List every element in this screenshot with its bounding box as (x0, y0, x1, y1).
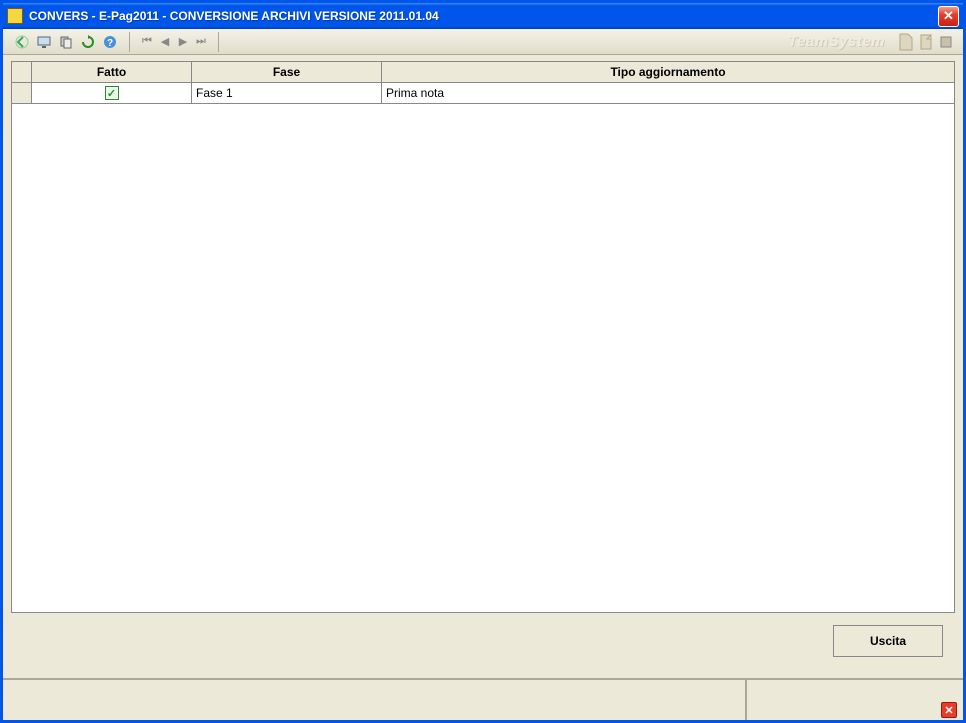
column-header-tipo[interactable]: Tipo aggiornamento (382, 62, 954, 82)
monitor-icon[interactable] (35, 33, 53, 51)
doc-fold-icon[interactable] (917, 32, 935, 52)
status-close-icon[interactable]: ✕ (941, 702, 957, 718)
refresh-icon[interactable] (79, 33, 97, 51)
cell-fatto: ✓ (32, 83, 192, 103)
row-selector[interactable] (12, 83, 32, 103)
column-header-fatto[interactable]: Fatto (32, 62, 192, 82)
status-right: ✕ (747, 680, 963, 720)
copy-icon[interactable] (57, 33, 75, 51)
brand-logo: TeamSystem (788, 33, 895, 50)
nav-last-icon[interactable]: ⏭ (194, 35, 208, 49)
doc-icon[interactable] (897, 32, 915, 52)
app-icon (7, 8, 23, 24)
nav-first-icon[interactable]: ⏮ (140, 35, 154, 49)
titlebar: CONVERS - E-Pag2011 - CONVERSIONE ARCHIV… (3, 3, 963, 29)
toolbar-separator (129, 32, 130, 52)
status-left (3, 680, 747, 720)
check-icon: ✓ (105, 86, 119, 100)
svg-text:?: ? (107, 38, 113, 49)
toolbar-separator (218, 32, 219, 52)
stop-icon[interactable] (937, 32, 955, 52)
footer: Uscita (11, 613, 955, 669)
table-row[interactable]: ✓ Fase 1 Prima nota (12, 83, 954, 104)
window-title: CONVERS - E-Pag2011 - CONVERSIONE ARCHIV… (29, 9, 938, 23)
cell-fase: Fase 1 (192, 83, 382, 103)
back-icon[interactable] (13, 33, 31, 51)
toolbar: ? ⏮ ◀ ▶ ⏭ TeamSystem (3, 29, 963, 55)
status-bar: ✕ (3, 678, 963, 720)
exit-button[interactable]: Uscita (833, 625, 943, 657)
nav-prev-icon[interactable]: ◀ (158, 35, 172, 49)
app-window: CONVERS - E-Pag2011 - CONVERSIONE ARCHIV… (0, 0, 966, 723)
nav-next-icon[interactable]: ▶ (176, 35, 190, 49)
data-grid: Fatto Fase Tipo aggiornamento ✓ Fase 1 P… (11, 61, 955, 613)
content-area: Fatto Fase Tipo aggiornamento ✓ Fase 1 P… (3, 55, 963, 678)
grid-header: Fatto Fase Tipo aggiornamento (12, 62, 954, 83)
cell-tipo: Prima nota (382, 83, 954, 103)
help-icon[interactable]: ? (101, 33, 119, 51)
close-button[interactable]: ✕ (938, 6, 959, 27)
doc-icons-group (897, 32, 959, 52)
row-selector-header[interactable] (12, 62, 32, 82)
column-header-fase[interactable]: Fase (192, 62, 382, 82)
